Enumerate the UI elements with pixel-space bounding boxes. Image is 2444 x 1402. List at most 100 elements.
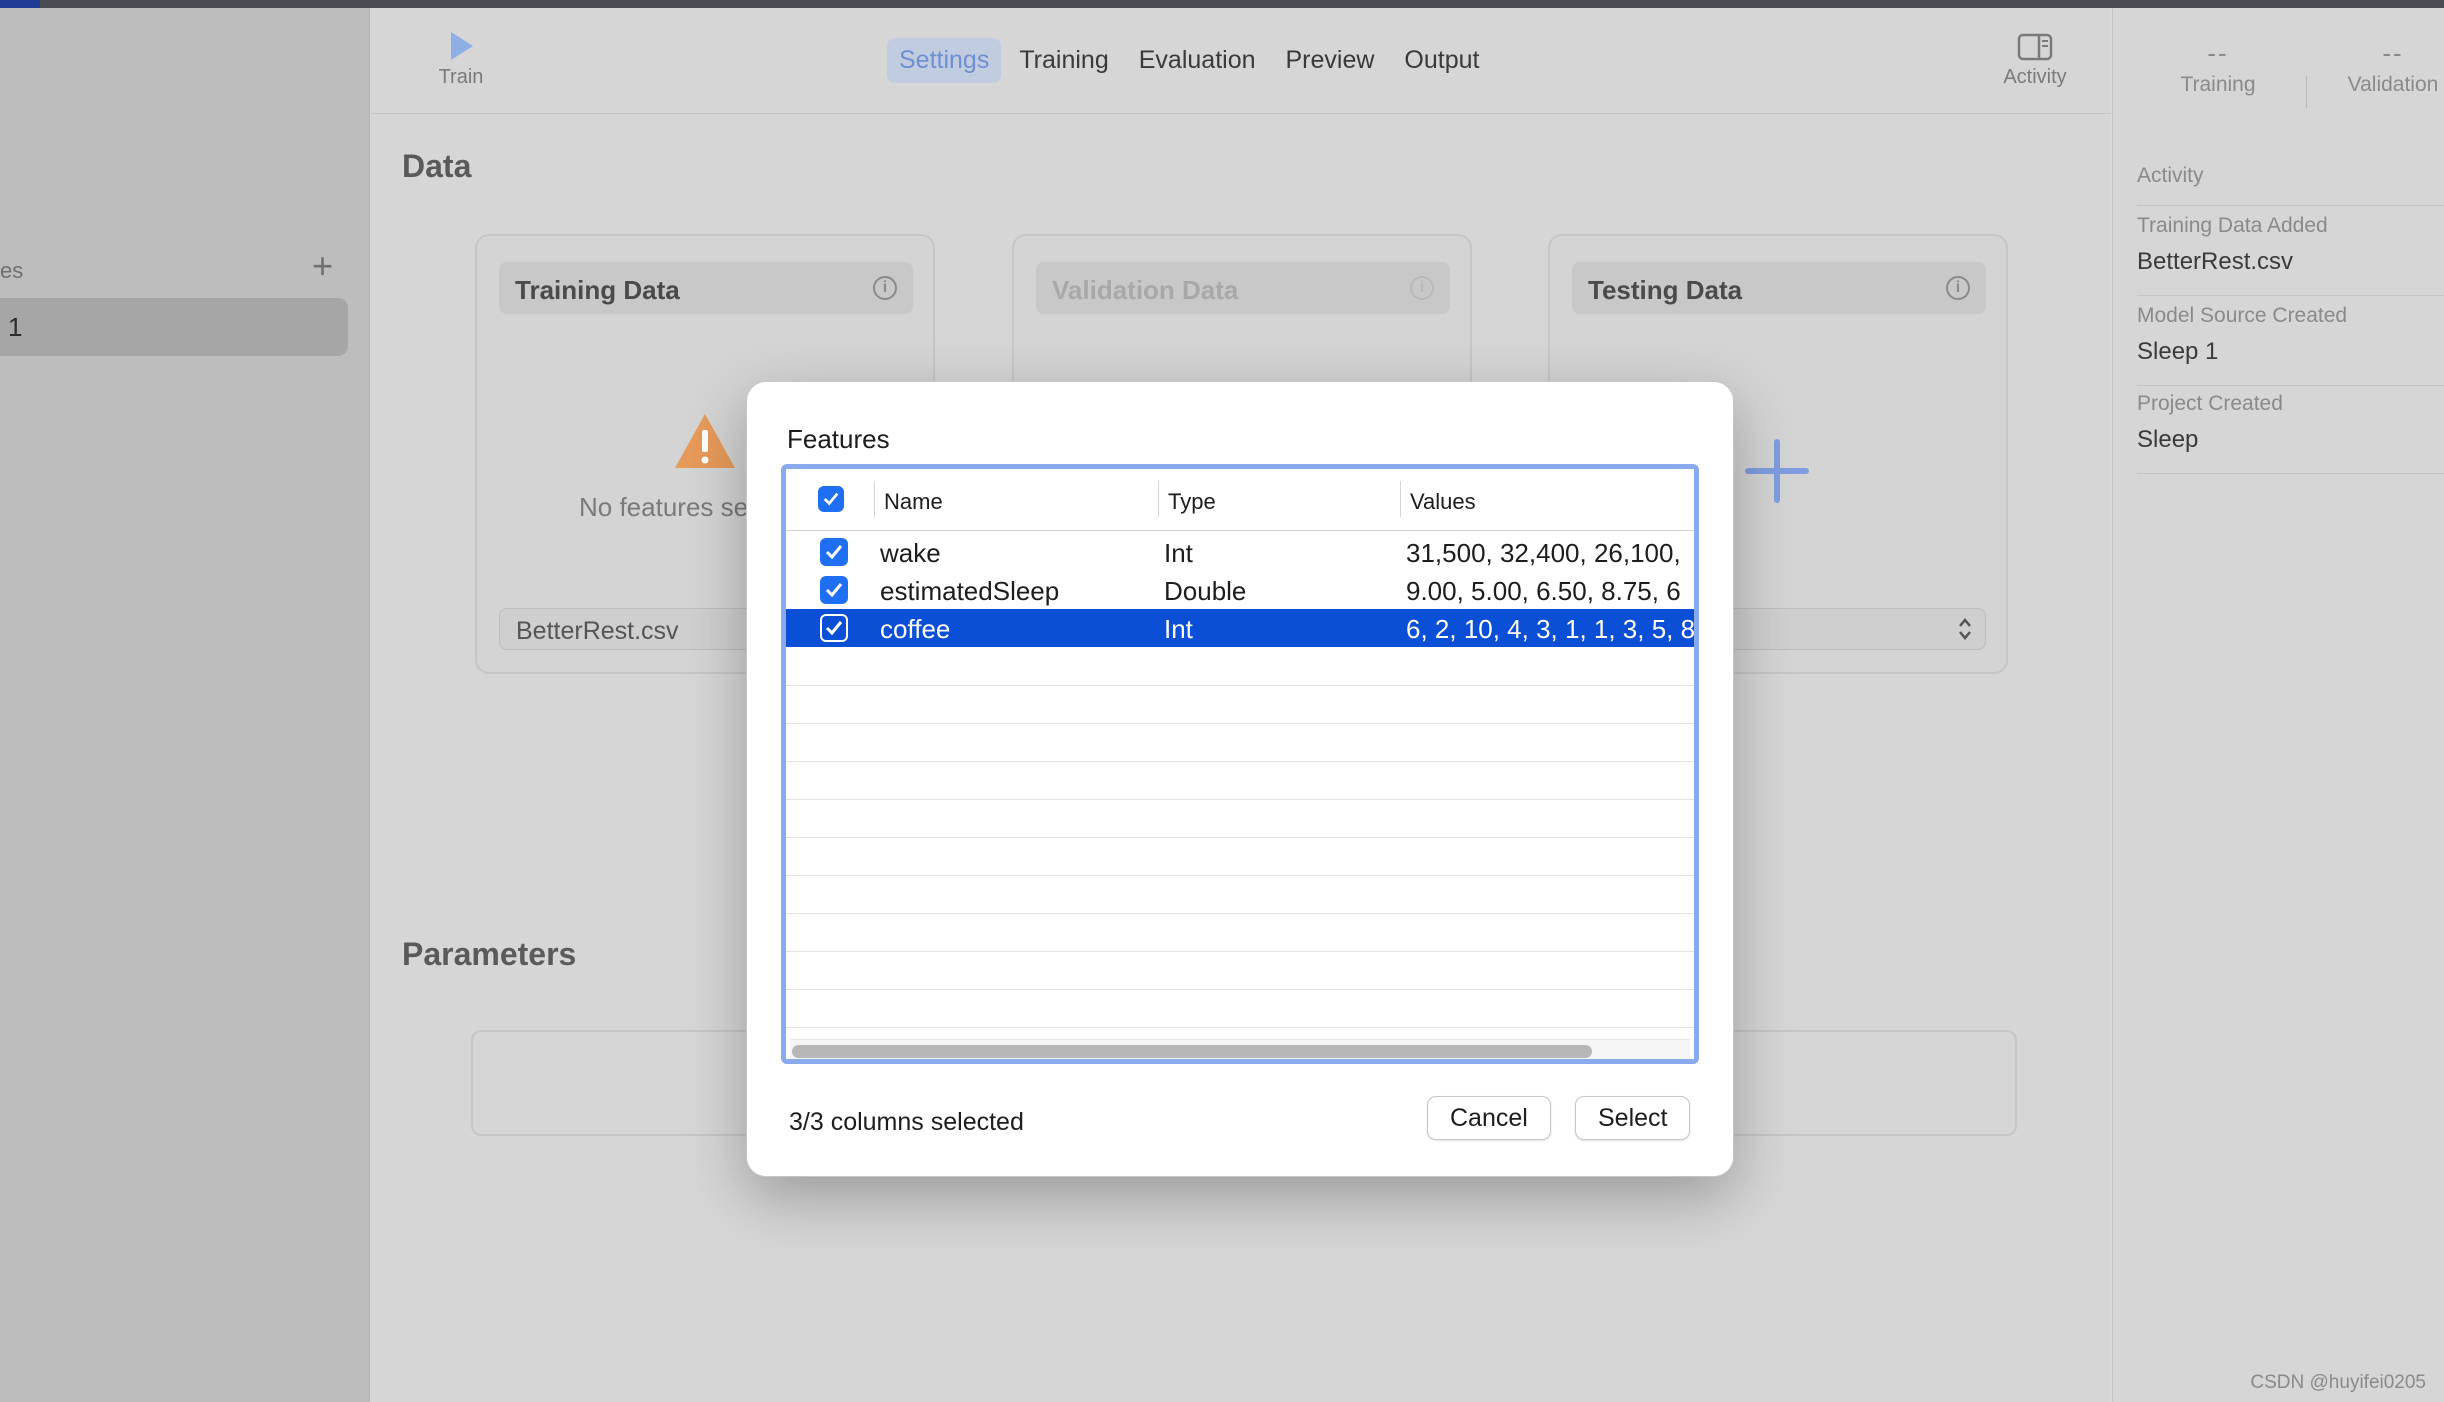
chevron-updown-icon — [1959, 618, 1971, 640]
column-divider[interactable] — [1158, 481, 1159, 517]
select-button[interactable]: Select — [1575, 1096, 1691, 1140]
row-type: Double — [1164, 576, 1247, 606]
activity-event-value: Sleep — [2137, 426, 2199, 453]
activity-event-value: BetterRest.csv — [2137, 248, 2294, 275]
tab-settings[interactable]: Settings — [887, 38, 1002, 83]
row-type: Int — [1164, 538, 1193, 568]
row-values: 6, 2, 10, 4, 3, 1, 1, 3, 5, 8 — [1406, 614, 1696, 644]
no-features-message: No features se — [579, 492, 749, 522]
toolbar: Train Settings Training Evaluation Previ… — [371, 8, 2111, 114]
sidebar: es + 1 — [0, 8, 370, 1402]
activity-event-label: Project Created — [2137, 392, 2283, 415]
validation-metric-label: Validation — [2347, 73, 2439, 96]
empty-row-divider — [786, 913, 1694, 914]
inspector-panel: -- Training -- Validation Activity Train… — [2112, 8, 2444, 1402]
column-header-name[interactable]: Name — [884, 489, 943, 515]
testing-data-header: Testing Data i — [1572, 262, 1986, 314]
validation-metric-value: -- — [2382, 38, 2404, 68]
empty-row-divider — [786, 799, 1694, 800]
training-metric: -- Training — [2143, 38, 2293, 97]
row-checkbox[interactable] — [820, 576, 848, 604]
tab-output[interactable]: Output — [1392, 38, 1491, 83]
activity-event: Model Source Created Sleep 1 — [2137, 304, 2444, 386]
validation-data-header: Validation Data i — [1036, 262, 1450, 314]
features-table: Name Type Values wake Int 31,500, 32,400… — [781, 464, 1699, 1064]
row-checkbox[interactable] — [820, 538, 848, 566]
train-label: Train — [438, 66, 484, 88]
metric-divider — [2306, 76, 2307, 108]
empty-row-divider — [786, 875, 1694, 876]
column-header-values[interactable]: Values — [1410, 489, 1476, 515]
tab-bar: Settings Training Evaluation Preview Out… — [887, 38, 1491, 83]
table-row-selected[interactable]: coffee Int 6, 2, 10, 4, 3, 1, 1, 3, 5, 8 — [786, 609, 1694, 647]
activity-event: Project Created Sleep — [2137, 392, 2444, 474]
warning-icon — [675, 414, 735, 468]
training-metric-value: -- — [2207, 38, 2229, 68]
activity-label: Activity — [2003, 66, 2067, 88]
tab-training[interactable]: Training — [1007, 38, 1120, 83]
scrollbar-thumb[interactable] — [792, 1045, 1592, 1058]
training-metric-label: Training — [2180, 73, 2256, 96]
table-row[interactable]: estimatedSleep Double 9.00, 5.00, 6.50, … — [786, 571, 1694, 609]
sidebar-item-label: 1 — [8, 312, 23, 342]
sidebar-toggle-icon — [2017, 33, 2053, 61]
activity-button[interactable]: Activity — [1985, 32, 2085, 89]
info-icon[interactable]: i — [873, 276, 897, 300]
selection-status: 3/3 columns selected — [789, 1108, 1024, 1136]
row-checkbox[interactable] — [820, 614, 848, 642]
activity-heading: Activity — [2137, 164, 2204, 187]
info-icon[interactable]: i — [1946, 276, 1970, 300]
train-button[interactable]: Train — [433, 30, 489, 89]
row-values: 31,500, 32,400, 26,100, — [1406, 538, 1681, 568]
table-row[interactable]: wake Int 31,500, 32,400, 26,100, — [786, 533, 1694, 571]
table-header: Name Type Values — [786, 469, 1694, 531]
validation-metric: -- Validation — [2313, 38, 2444, 97]
column-divider[interactable] — [1400, 481, 1401, 517]
empty-row-divider — [786, 723, 1694, 724]
horizontal-scrollbar[interactable] — [790, 1039, 1690, 1059]
dialog-title: Features — [787, 424, 890, 454]
activity-event-label: Training Data Added — [2137, 214, 2328, 237]
cancel-button[interactable]: Cancel — [1427, 1096, 1551, 1140]
select-all-checkbox[interactable] — [818, 486, 844, 512]
row-type: Int — [1164, 614, 1193, 644]
checkmark-icon — [825, 621, 843, 636]
empty-row-divider — [786, 951, 1694, 952]
validation-data-title: Validation Data — [1052, 275, 1239, 305]
column-divider[interactable] — [874, 481, 875, 517]
activity-heading-row: Activity — [2137, 164, 2444, 206]
add-source-button[interactable]: + — [312, 246, 333, 286]
checkmark-icon — [825, 583, 843, 598]
sidebar-section-label: es — [0, 258, 24, 283]
window-top-border — [0, 0, 2444, 8]
checkmark-icon — [823, 492, 839, 506]
row-name: estimatedSleep — [880, 576, 1060, 606]
sidebar-item-selected[interactable]: 1 — [0, 298, 348, 356]
empty-row-divider — [786, 837, 1694, 838]
empty-row-divider — [786, 761, 1694, 762]
tab-evaluation[interactable]: Evaluation — [1127, 38, 1268, 83]
row-values: 9.00, 5.00, 6.50, 8.75, 6 — [1406, 576, 1681, 606]
empty-row-divider — [786, 989, 1694, 990]
testing-data-title: Testing Data — [1588, 275, 1743, 305]
features-dialog: Features Name Type Values wake Int 31,50… — [746, 381, 1734, 1177]
watermark: CSDN @huyifei0205 — [2250, 1372, 2426, 1393]
activity-event-label: Model Source Created — [2137, 304, 2348, 327]
data-heading: Data — [402, 148, 472, 184]
activity-event: Training Data Added BetterRest.csv — [2137, 214, 2444, 296]
row-name: coffee — [880, 614, 951, 644]
parameters-heading: Parameters — [402, 936, 577, 972]
add-data-icon[interactable] — [1742, 436, 1812, 506]
training-file-name: BetterRest.csv — [516, 617, 679, 645]
tab-preview[interactable]: Preview — [1274, 38, 1387, 83]
play-icon — [451, 32, 473, 60]
window-accent — [0, 0, 40, 8]
activity-event-value: Sleep 1 — [2137, 338, 2219, 365]
training-data-header: Training Data i — [499, 262, 913, 314]
column-header-type[interactable]: Type — [1168, 489, 1216, 515]
info-icon: i — [1410, 276, 1434, 300]
training-data-title: Training Data — [515, 275, 680, 305]
checkmark-icon — [825, 545, 843, 560]
empty-row-divider — [786, 1027, 1694, 1028]
empty-row-divider — [786, 685, 1694, 686]
